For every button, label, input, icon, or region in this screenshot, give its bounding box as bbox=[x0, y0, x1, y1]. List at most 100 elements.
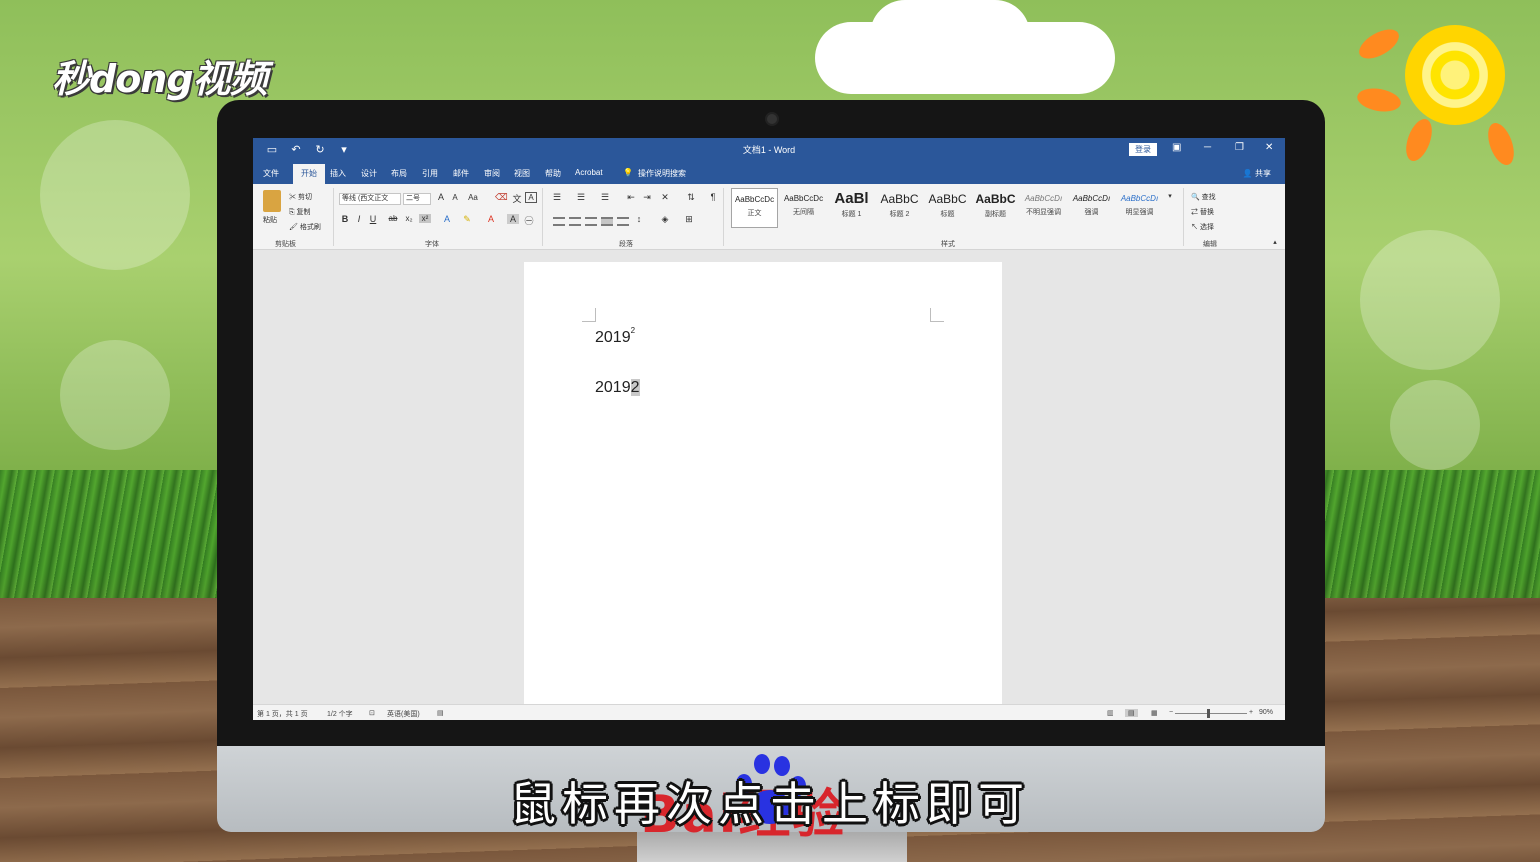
styles-scroll-icon[interactable]: ▾ bbox=[1164, 192, 1176, 200]
tab-design[interactable]: 设计 bbox=[361, 168, 377, 179]
zoom-slider-thumb[interactable] bbox=[1207, 709, 1210, 718]
style-title[interactable]: AaBbC 标题 bbox=[924, 188, 971, 228]
align-center-icon[interactable] bbox=[569, 217, 581, 226]
font-size-dropdown[interactable]: 二号 bbox=[403, 193, 431, 205]
login-button[interactable]: 登录 bbox=[1129, 143, 1157, 156]
superscript-icon[interactable]: x² bbox=[419, 214, 431, 223]
paste-icon[interactable] bbox=[263, 190, 281, 212]
decrease-indent-icon[interactable]: ⇤ bbox=[625, 192, 637, 203]
shrink-font-icon[interactable]: A bbox=[449, 193, 461, 202]
collapse-ribbon-icon[interactable]: ▴ bbox=[1269, 238, 1281, 246]
ribbon-display-icon[interactable]: ▣ bbox=[1172, 142, 1181, 153]
bold-icon[interactable]: B bbox=[339, 214, 351, 224]
style-name: 明显强调 bbox=[1125, 209, 1154, 216]
cut-button[interactable]: ✂ 剪切 bbox=[289, 192, 312, 202]
char-shading-icon[interactable]: A bbox=[507, 214, 519, 224]
change-case-icon[interactable]: Aa bbox=[467, 193, 479, 202]
tab-view[interactable]: 视图 bbox=[514, 168, 530, 179]
justify-icon[interactable] bbox=[601, 217, 613, 226]
align-right-icon[interactable] bbox=[585, 217, 597, 226]
style-emphasis[interactable]: AaBbCcDı 强调 bbox=[1068, 188, 1115, 228]
style-name: 无间隔 bbox=[793, 209, 814, 216]
word-count[interactable]: 1/2 个字 bbox=[327, 709, 353, 719]
style-heading-2[interactable]: AaBbC 标题 2 bbox=[876, 188, 923, 228]
phonetic-guide-icon[interactable]: 文 bbox=[511, 192, 523, 205]
tab-home[interactable]: 开始 bbox=[293, 164, 325, 185]
paste-button-label[interactable]: 粘贴 bbox=[263, 215, 277, 225]
document-line-2[interactable]: 20192 bbox=[595, 379, 640, 397]
clear-format-icon[interactable]: ⌫ bbox=[495, 192, 508, 203]
share-button[interactable]: 👤 共享 bbox=[1243, 168, 1271, 179]
selected-text[interactable]: 2 bbox=[630, 379, 640, 396]
cloud bbox=[870, 0, 1030, 70]
bokeh-light bbox=[40, 120, 190, 270]
style-normal[interactable]: AaBbCcDc 正文 bbox=[731, 188, 778, 228]
close-icon[interactable]: ✕ bbox=[1265, 142, 1273, 153]
tell-me-search[interactable]: 操作说明搜索 bbox=[638, 168, 686, 179]
increase-indent-icon[interactable]: ⇥ bbox=[641, 192, 653, 203]
page-count[interactable]: 第 1 页，共 1 页 bbox=[257, 709, 308, 719]
tab-insert[interactable]: 插入 bbox=[330, 168, 346, 179]
style-sample: AaBbCcDc bbox=[734, 195, 775, 204]
document-page[interactable]: 20192 20192 bbox=[524, 262, 1002, 706]
align-left-icon[interactable] bbox=[553, 217, 565, 226]
minimize-icon[interactable]: ─ bbox=[1204, 142, 1211, 153]
text-effects-icon[interactable]: A bbox=[441, 214, 453, 224]
read-mode-icon[interactable]: ▥ bbox=[1107, 709, 1114, 717]
tab-file[interactable]: 文件 bbox=[263, 168, 279, 179]
style-subtitle[interactable]: AaBbC 副标题 bbox=[972, 188, 1019, 228]
zoom-in-icon[interactable]: + bbox=[1249, 709, 1253, 716]
language-status[interactable]: 英语(美国) bbox=[387, 709, 420, 719]
document-line-1[interactable]: 20192 bbox=[595, 326, 635, 347]
margin-corner-mark bbox=[930, 308, 944, 322]
format-painter-button[interactable]: 🖌 格式刷 bbox=[289, 222, 321, 232]
tab-mailings[interactable]: 邮件 bbox=[453, 168, 469, 179]
tab-acrobat[interactable]: Acrobat bbox=[575, 168, 603, 177]
tab-review[interactable]: 审阅 bbox=[484, 168, 500, 179]
font-color-icon[interactable]: A bbox=[485, 214, 497, 224]
group-label-font: 字体 bbox=[425, 241, 439, 248]
line-spacing-icon[interactable]: ↕ bbox=[633, 214, 645, 224]
char-border-icon[interactable]: A bbox=[525, 192, 537, 203]
highlight-icon[interactable]: ✎ bbox=[461, 214, 473, 225]
style-subtle-emphasis[interactable]: AaBbCcDı 不明显强调 bbox=[1020, 188, 1067, 228]
multilevel-list-icon[interactable]: ☰ bbox=[599, 192, 611, 203]
proofing-icon[interactable]: ⊡ bbox=[369, 709, 375, 717]
zoom-slider[interactable] bbox=[1175, 713, 1247, 714]
sort-icon[interactable]: ⇅ bbox=[685, 192, 697, 203]
restore-icon[interactable]: ❐ bbox=[1235, 142, 1244, 153]
tab-help[interactable]: 帮助 bbox=[545, 168, 561, 179]
shading-icon[interactable]: ◈ bbox=[659, 214, 671, 225]
chinese-layout-icon[interactable]: ✕ bbox=[659, 192, 671, 203]
numbering-icon[interactable]: ☰ bbox=[575, 192, 587, 203]
web-layout-icon[interactable]: ▦ bbox=[1151, 709, 1158, 717]
tab-references[interactable]: 引用 bbox=[422, 168, 438, 179]
zoom-level[interactable]: 90% bbox=[1259, 709, 1273, 716]
style-no-spacing[interactable]: AaBbCcDc 无间隔 bbox=[780, 188, 827, 228]
replace-button[interactable]: ⇄ 替换 bbox=[1191, 207, 1214, 217]
group-label-styles: 样式 bbox=[941, 241, 955, 248]
style-sample: AaBbC bbox=[928, 192, 967, 206]
font-name-dropdown[interactable]: 等线 (西文正文 bbox=[339, 193, 401, 205]
select-button[interactable]: ↖ 选择 bbox=[1191, 222, 1214, 232]
style-sample: AaBl bbox=[834, 190, 869, 207]
grow-font-icon[interactable]: A bbox=[435, 192, 447, 202]
show-marks-icon[interactable]: ¶ bbox=[707, 192, 719, 202]
underline-icon[interactable]: U bbox=[367, 214, 379, 224]
italic-icon[interactable]: I bbox=[353, 214, 365, 224]
copy-button[interactable]: ⎘ 复制 bbox=[289, 207, 311, 217]
subscript-icon[interactable]: x₂ bbox=[403, 214, 415, 223]
print-layout-icon[interactable]: ▤ bbox=[1125, 709, 1138, 717]
style-intense-emphasis[interactable]: AaBbCcDı 明显强调 bbox=[1116, 188, 1163, 228]
macro-icon[interactable]: ▤ bbox=[437, 709, 444, 717]
bokeh-light bbox=[1390, 380, 1480, 470]
tab-layout[interactable]: 布局 bbox=[391, 168, 407, 179]
strikethrough-icon[interactable]: ab bbox=[387, 214, 399, 223]
find-button[interactable]: 🔍 查找 bbox=[1191, 192, 1216, 202]
zoom-out-icon[interactable]: − bbox=[1169, 709, 1173, 716]
enclose-char-icon[interactable]: ㊀ bbox=[523, 214, 535, 227]
bullets-icon[interactable]: ☰ bbox=[551, 192, 563, 203]
style-heading-1[interactable]: AaBl 标题 1 bbox=[828, 188, 875, 228]
distributed-icon[interactable] bbox=[617, 217, 629, 226]
borders-icon[interactable]: ⊞ bbox=[683, 214, 695, 225]
